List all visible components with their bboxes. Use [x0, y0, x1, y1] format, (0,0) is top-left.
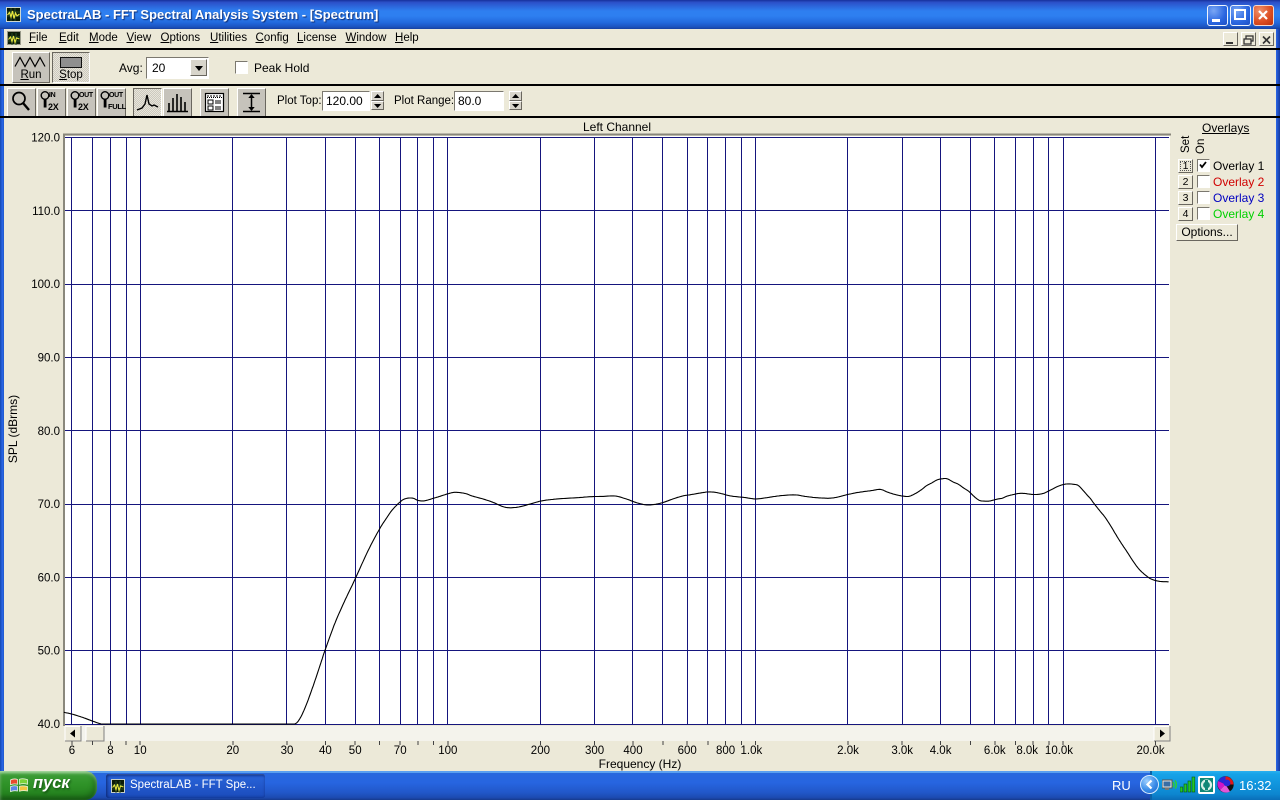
svg-text:70: 70 — [394, 745, 407, 757]
svg-text:2.0k: 2.0k — [837, 745, 859, 757]
svg-text:6.0k: 6.0k — [984, 745, 1006, 757]
svg-text:200: 200 — [531, 745, 550, 757]
svg-text:Set: Set — [1180, 135, 1192, 153]
svg-text:400: 400 — [623, 745, 642, 757]
svg-text:8.0k: 8.0k — [1016, 745, 1038, 757]
svg-text:80.0: 80.0 — [38, 426, 60, 438]
svg-text:100: 100 — [438, 745, 457, 757]
svg-text:60.0: 60.0 — [38, 572, 60, 584]
svg-text:10.0k: 10.0k — [1045, 745, 1073, 757]
svg-text:110.0: 110.0 — [32, 206, 60, 218]
svg-text:600: 600 — [678, 745, 697, 757]
svg-text:20: 20 — [226, 745, 239, 757]
svg-text:Left Channel: Left Channel — [583, 120, 651, 134]
svg-text:6: 6 — [69, 745, 75, 757]
svg-text:300: 300 — [585, 745, 604, 757]
svg-text:4.0k: 4.0k — [930, 745, 952, 757]
svg-text:50: 50 — [349, 745, 362, 757]
svg-text:SPL (dBrms): SPL (dBrms) — [6, 395, 20, 463]
svg-text:800: 800 — [716, 745, 735, 757]
svg-text:Frequency (Hz): Frequency (Hz) — [599, 757, 682, 771]
svg-text:40: 40 — [319, 745, 332, 757]
svg-text:On: On — [1195, 139, 1207, 154]
svg-text:30: 30 — [281, 745, 294, 757]
svg-text:90.0: 90.0 — [38, 352, 60, 364]
svg-text:120.0: 120.0 — [31, 133, 60, 145]
svg-text:8: 8 — [107, 745, 113, 757]
svg-text:50.0: 50.0 — [38, 646, 60, 658]
svg-text:1.0k: 1.0k — [741, 745, 763, 757]
svg-text:10: 10 — [134, 745, 147, 757]
svg-text:40.0: 40.0 — [38, 719, 60, 731]
svg-text:20.0k: 20.0k — [1137, 745, 1165, 757]
svg-text:100.0: 100.0 — [31, 279, 60, 291]
svg-text:70.0: 70.0 — [38, 499, 60, 511]
svg-text:3.0k: 3.0k — [891, 745, 913, 757]
